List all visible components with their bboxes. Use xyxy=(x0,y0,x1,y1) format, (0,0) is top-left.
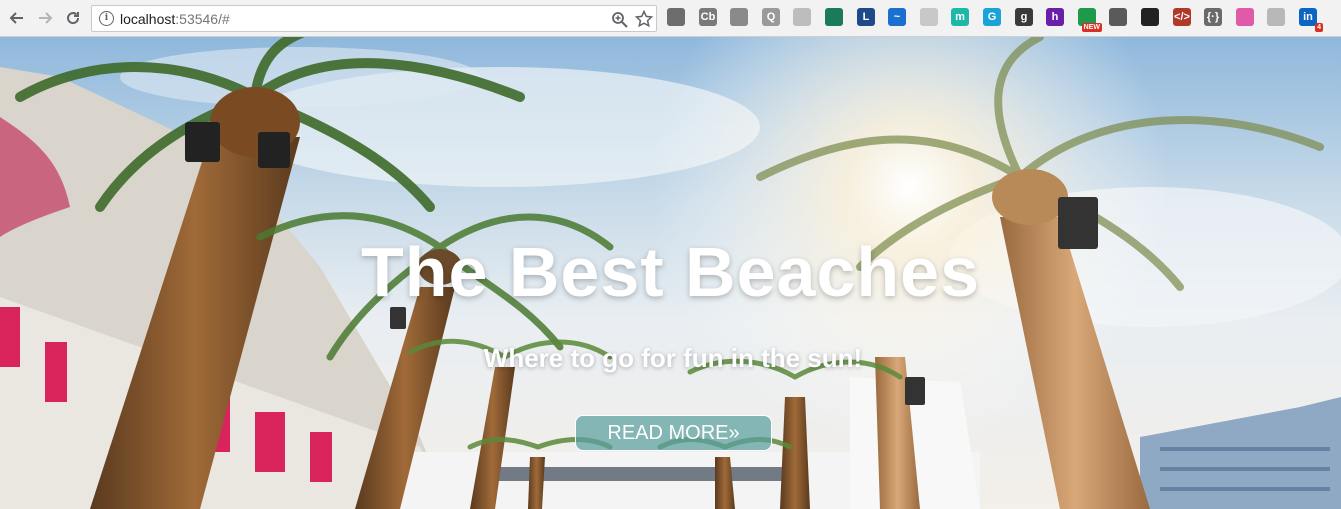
g-extension-icon[interactable]: G xyxy=(983,8,1001,26)
wave-extension-label: ~ xyxy=(893,11,901,23)
new-extension-badge: NEW xyxy=(1081,23,1102,32)
forward-arrow-icon xyxy=(39,12,53,24)
address-bar[interactable]: i localhost:53546/# xyxy=(91,5,657,32)
browser-toolbar: i localhost:53546/# Cb Q L ~ m Gg h NEW </> {·} in… xyxy=(0,0,1341,37)
q-extension-label: Q xyxy=(766,11,776,23)
g-extension-label: G xyxy=(987,11,997,23)
gradient-extension-icon[interactable] xyxy=(1236,8,1254,26)
code-extension-label: </> xyxy=(1174,11,1190,23)
bookmark-star-icon[interactable] xyxy=(635,10,653,28)
hero-title: The Best Beaches xyxy=(360,233,981,311)
zoom-icon[interactable] xyxy=(611,11,628,28)
h-extension-label: h xyxy=(1051,11,1059,23)
cb-extension-label: Cb xyxy=(700,11,716,23)
hero-subtitle: Where to go for fun in the sun! xyxy=(483,343,863,373)
grid-extension-icon[interactable] xyxy=(793,8,811,26)
m-extension-icon[interactable]: m xyxy=(951,8,969,26)
linkedin-extension-badge: 4 xyxy=(1315,23,1323,32)
h-extension-icon[interactable]: h xyxy=(1046,8,1064,26)
robot-extension-icon[interactable] xyxy=(920,8,938,26)
json-extension-icon[interactable]: {·} xyxy=(1204,8,1222,26)
linkedin-extension-icon[interactable]: in 4 xyxy=(1299,8,1323,32)
cb-extension-icon[interactable]: Cb xyxy=(699,8,717,26)
new-extension-icon[interactable]: NEW xyxy=(1078,8,1102,32)
read-more-button[interactable]: READ MORE» xyxy=(575,415,772,451)
linkedin-extension-label: in xyxy=(1303,11,1313,23)
l-extension-icon[interactable]: L xyxy=(857,8,875,26)
reload-icon xyxy=(67,12,80,25)
reload-button[interactable] xyxy=(61,6,85,30)
back-arrow-icon xyxy=(9,12,23,24)
info-icon[interactable]: i xyxy=(99,11,114,26)
l-extension-label: L xyxy=(862,11,870,23)
puzzle-extension-icon[interactable] xyxy=(1109,8,1127,26)
back-button[interactable] xyxy=(5,6,29,30)
forward-button[interactable] xyxy=(33,6,57,30)
eyedropper-extension-icon[interactable] xyxy=(667,8,685,26)
hero-section: The Best Beaches Where to go for fun in … xyxy=(0,37,1341,509)
gear-extension-icon[interactable] xyxy=(730,8,748,26)
q-extension-icon[interactable]: Q xyxy=(762,8,780,26)
vs-extension-icon[interactable] xyxy=(1267,8,1285,26)
m-extension-label: m xyxy=(955,11,965,23)
screenshot-extension-icon[interactable] xyxy=(825,8,843,26)
url-host: localhost xyxy=(120,11,176,27)
check-extension-icon[interactable] xyxy=(1141,8,1159,26)
wave-extension-icon[interactable]: ~ xyxy=(888,8,906,26)
json-extension-label: {·} xyxy=(1206,11,1220,23)
g2-extension-icon[interactable]: g xyxy=(1015,8,1033,26)
url-path: :53546/# xyxy=(175,11,230,27)
code-extension-icon[interactable]: </> xyxy=(1173,8,1191,26)
g2-extension-label: g xyxy=(1020,11,1028,23)
address-url: localhost:53546/# xyxy=(120,11,230,27)
